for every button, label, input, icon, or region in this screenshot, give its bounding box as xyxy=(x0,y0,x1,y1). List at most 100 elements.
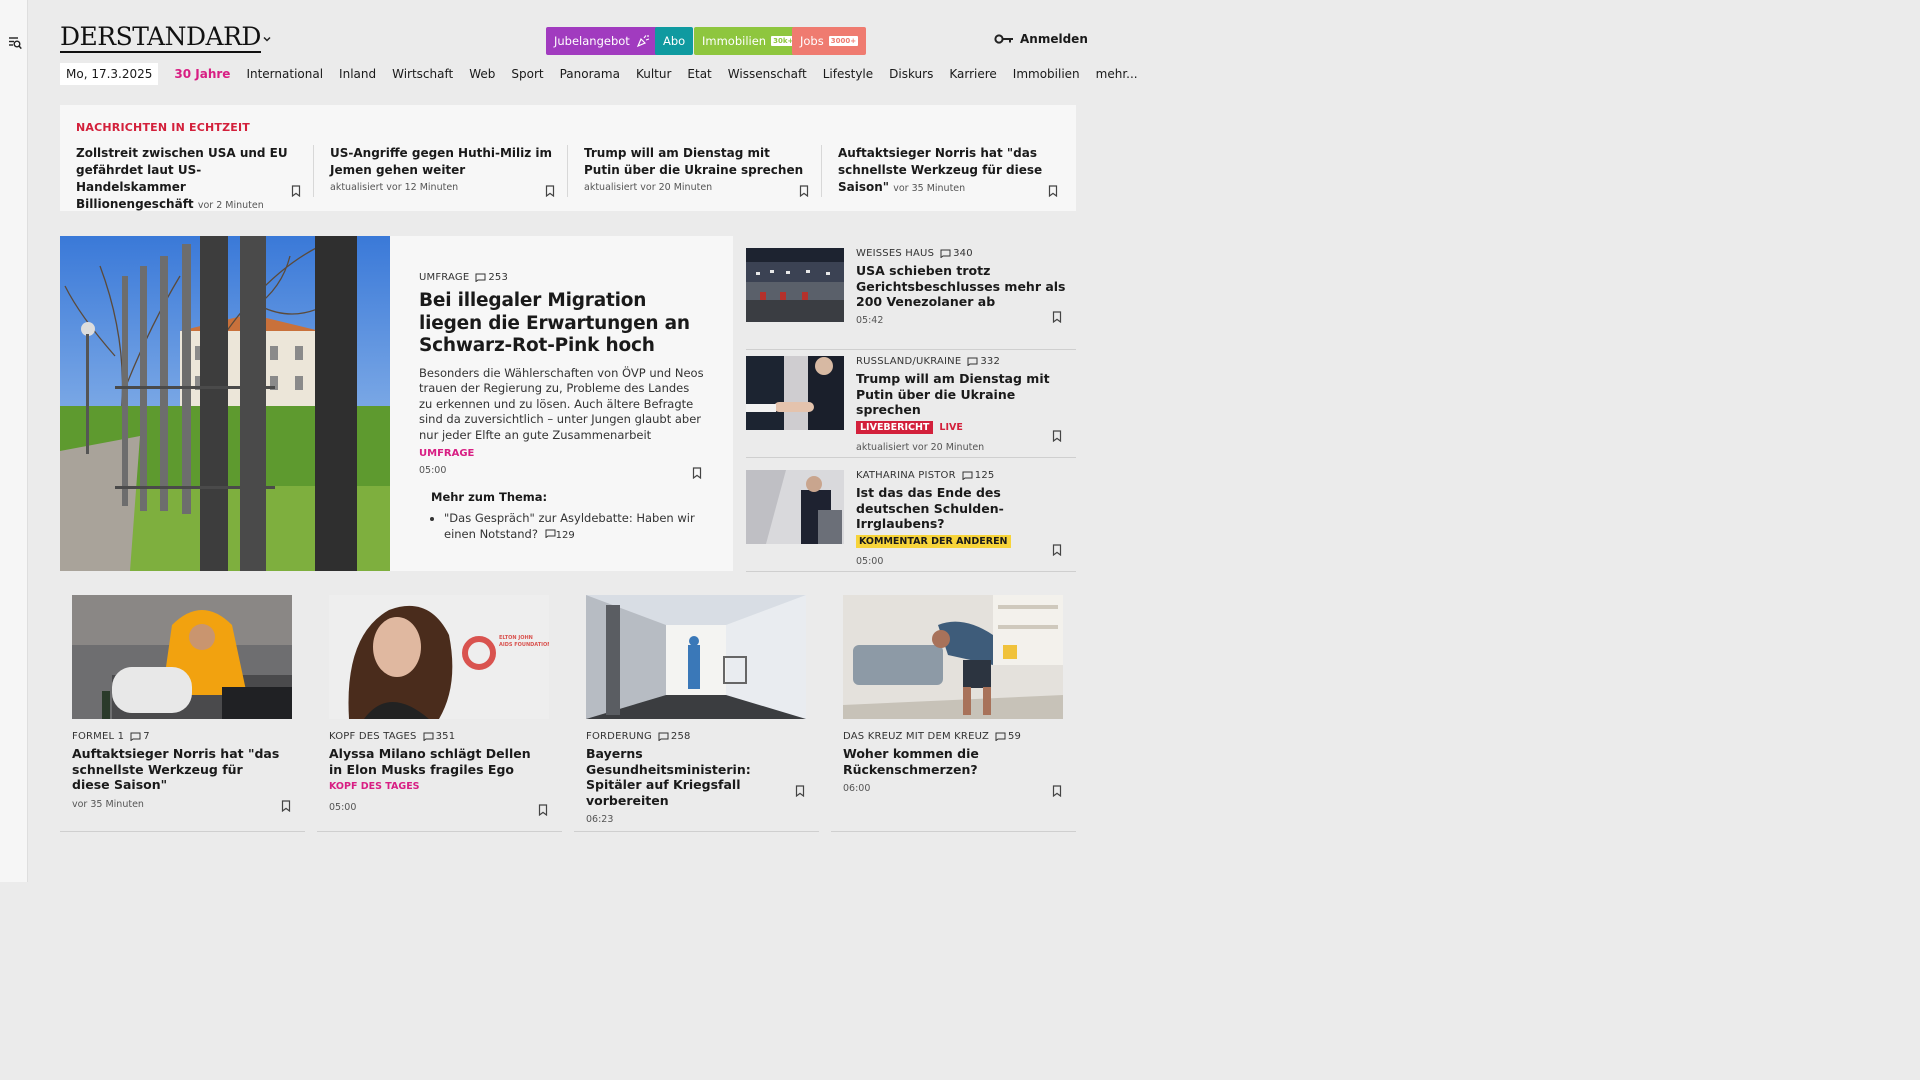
ticker-item[interactable]: Trump will am Dienstag mit Putin über di… xyxy=(584,145,809,199)
nav-item-sport[interactable]: Sport xyxy=(511,67,543,81)
side-article[interactable]: WEISSES HAUS 340 USA schieben trotz Geri… xyxy=(746,236,1076,350)
promo-abo[interactable]: Abo xyxy=(655,27,694,55)
menu-search-icon[interactable] xyxy=(8,36,22,50)
promo-badge: 3000+ xyxy=(828,36,859,46)
login-button[interactable]: Anmelden xyxy=(994,32,1088,46)
bookmark-icon[interactable] xyxy=(795,785,805,797)
article-kicker: UMFRAGE xyxy=(419,272,470,283)
nav-item-inland[interactable]: Inland xyxy=(339,67,376,81)
article-time: 05:00 xyxy=(329,802,357,813)
nav-item-immobilien[interactable]: Immobilien xyxy=(1013,67,1080,81)
article-kicker: RUSSLAND/UKRAINE xyxy=(856,356,962,367)
nav-item-karriere[interactable]: Karriere xyxy=(949,67,996,81)
related-heading: Mehr zum Thema: xyxy=(431,490,548,504)
nav-item-diskurs[interactable]: Diskurs xyxy=(889,67,933,81)
article-card-image[interactable] xyxy=(586,595,806,719)
article-card[interactable]: FORMEL 1 7 Auftaktsieger Norris hat "das… xyxy=(60,583,305,832)
side-article-title[interactable]: USA schieben trotz Gerichtsbeschlusses m… xyxy=(856,263,1071,310)
nav-item-etat[interactable]: Etat xyxy=(687,67,711,81)
promo-immobilien[interactable]: Immobilien 30k+ xyxy=(694,27,804,55)
comment-count[interactable]: 253 xyxy=(475,272,508,283)
nav-item-more[interactable]: mehr... xyxy=(1096,67,1138,81)
article-card-title[interactable]: Alyssa Milano schlägt Dellen in Elon Mus… xyxy=(329,746,539,777)
party-popper-icon xyxy=(636,35,649,48)
article-time: aktualisiert vor 20 Minuten xyxy=(856,441,985,453)
side-article[interactable]: RUSSLAND/UKRAINE 332 Trump will am Diens… xyxy=(746,344,1076,458)
nav-item-lifestyle[interactable]: Lifestyle xyxy=(823,67,873,81)
side-article[interactable]: KATHARINA PISTOR 125 Ist das das Ende de… xyxy=(746,458,1076,572)
bookmark-icon[interactable] xyxy=(281,800,291,812)
divider xyxy=(821,145,822,197)
article-kicker: FORDERUNG xyxy=(586,731,652,742)
nav-item-30-jahre[interactable]: 30 Jahre xyxy=(174,67,230,81)
nav-item-panorama[interactable]: Panorama xyxy=(560,67,620,81)
nav-item-international[interactable]: International xyxy=(246,67,323,81)
comment-count[interactable]: 59 xyxy=(995,731,1021,742)
comment-count[interactable]: 258 xyxy=(658,731,691,742)
side-article-image[interactable] xyxy=(746,248,844,322)
article-time: vor 35 Minuten xyxy=(72,798,144,810)
site-logo[interactable]: DERSTANDARD xyxy=(60,24,261,53)
bookmark-icon[interactable] xyxy=(799,185,809,197)
article-tag[interactable]: KOPF DES TAGES xyxy=(329,781,539,792)
lead-article-title[interactable]: Bei illegaler Migration liegen die Erwar… xyxy=(419,290,704,358)
bookmark-icon[interactable] xyxy=(1048,185,1058,197)
lead-article[interactable]: UMFRAGE 253 Bei illegaler Migration lieg… xyxy=(60,236,733,571)
comment-count-value: 253 xyxy=(488,272,509,283)
nav-item-kultur[interactable]: Kultur xyxy=(636,67,671,81)
comment-icon xyxy=(475,273,486,282)
article-card-image[interactable]: ELTON JOHN AIDS FOUNDATION xyxy=(329,595,549,719)
nav-item-wirtschaft[interactable]: Wirtschaft xyxy=(392,67,453,81)
lead-article-image[interactable] xyxy=(60,236,390,571)
live-indicator: LIVE xyxy=(939,421,963,433)
bookmark-icon[interactable] xyxy=(291,185,301,197)
bookmark-icon[interactable] xyxy=(692,467,702,479)
bookmark-icon[interactable] xyxy=(538,804,548,816)
comment-count[interactable]: 332 xyxy=(967,356,1000,367)
chevron-down-icon[interactable] xyxy=(261,33,273,45)
comment-count[interactable]: 340 xyxy=(940,248,973,259)
side-article-title[interactable]: Ist das das Ende des deutschen Schulden-… xyxy=(856,485,1071,532)
bookmark-icon[interactable] xyxy=(1052,311,1062,323)
login-label: Anmelden xyxy=(1020,32,1088,46)
article-card[interactable]: FORDERUNG 258 Bayerns Gesundheitsministe… xyxy=(574,583,819,832)
ticker-item[interactable]: Auftaktsieger Norris hat "das schnellste… xyxy=(838,145,1058,199)
comment-count-value: 59 xyxy=(1008,731,1022,742)
comment-count[interactable]: 351 xyxy=(423,731,456,742)
article-card-title[interactable]: Auftaktsieger Norris hat "das schnellste… xyxy=(72,746,282,793)
article-tag[interactable]: UMFRAGE xyxy=(419,448,704,459)
ticker-item[interactable]: Zollstreit zwischen USA und EU gefährdet… xyxy=(76,145,301,211)
side-article-image[interactable] xyxy=(746,356,844,430)
comment-count-value: 351 xyxy=(435,731,456,742)
bookmark-icon[interactable] xyxy=(1052,785,1062,797)
comment-count[interactable]: 7 xyxy=(130,731,150,742)
article-card[interactable]: ELTON JOHN AIDS FOUNDATION KOPF DES TAGE… xyxy=(317,583,562,832)
comment-icon xyxy=(545,529,556,538)
article-card-title[interactable]: Bayerns Gesundheitsministerin: Spitäler … xyxy=(586,746,796,808)
ticker-item[interactable]: US-Angriffe gegen Huthi-Miliz im Jemen g… xyxy=(330,145,555,199)
main-navigation: Mo, 17.3.2025 30 Jahre International Inl… xyxy=(60,62,1154,86)
comment-icon xyxy=(967,357,978,366)
comment-icon xyxy=(423,732,434,741)
comment-count-value: 129 xyxy=(555,529,575,541)
bookmark-icon[interactable] xyxy=(1052,544,1062,556)
article-time: 06:00 xyxy=(843,783,871,794)
nav-item-web[interactable]: Web xyxy=(469,67,495,81)
comment-count[interactable]: 125 xyxy=(962,470,995,481)
promo-jubelangebot[interactable]: Jubelangebot xyxy=(546,27,658,55)
ticker-title: Trump will am Dienstag mit Putin über di… xyxy=(584,146,804,177)
bookmark-icon[interactable] xyxy=(1052,430,1062,442)
comment-count-value: 340 xyxy=(953,248,973,259)
bookmark-icon[interactable] xyxy=(545,185,555,197)
commentary-badge: KOMMENTAR DER ANDEREN xyxy=(856,534,1011,548)
related-item[interactable]: "Das Gespräch" zur Asyldebatte: Haben wi… xyxy=(444,511,721,543)
promo-jobs[interactable]: Jobs 3000+ xyxy=(792,27,867,55)
article-card-title[interactable]: Woher kommen die Rückenschmerzen? xyxy=(843,746,1053,777)
comment-icon xyxy=(130,732,141,741)
article-card-image[interactable] xyxy=(72,595,292,719)
article-card-image[interactable] xyxy=(843,595,1063,719)
article-card[interactable]: DAS KREUZ MIT DEM KREUZ 59 Woher kommen … xyxy=(831,583,1076,832)
side-article-image[interactable] xyxy=(746,470,844,544)
nav-item-wissenschaft[interactable]: Wissenschaft xyxy=(728,67,807,81)
side-article-title[interactable]: Trump will am Dienstag mit Putin über di… xyxy=(856,371,1071,418)
